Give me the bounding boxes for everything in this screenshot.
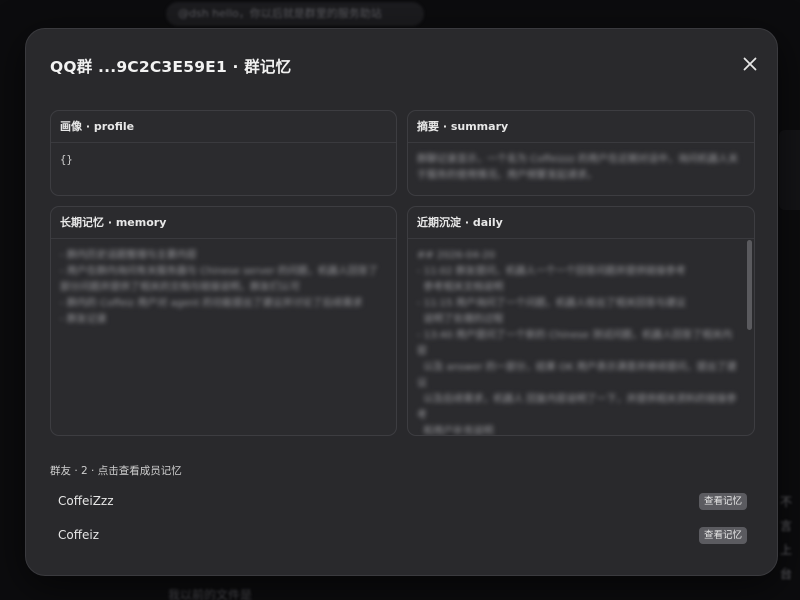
daily-panel: 近期沉淀 · daily ## 2026-04-20 - 11:02 群友提问，… <box>407 206 755 436</box>
close-button[interactable] <box>741 55 759 73</box>
group-memory-modal: QQ群 ...9C2C3E59E1 · 群记忆 画像 · profile {} … <box>25 28 778 576</box>
background-side-panel <box>779 130 800 210</box>
background-side-text: 不言 上台 <box>780 495 793 581</box>
profile-panel: 画像 · profile {} <box>50 110 397 196</box>
member-name: CoffeiZzz <box>58 494 114 508</box>
memory-panel: 长期记忆 · memory - 群内历史话题整理与主要内容 - 用户在群内询问有… <box>50 206 397 436</box>
daily-panel-scrollbar[interactable] <box>747 240 752 330</box>
profile-panel-body[interactable]: {} <box>51 143 396 177</box>
background-chat-message: @dsh hello，你以后就是群里的服务助站 <box>166 2 424 26</box>
memory-panel-body[interactable]: - 群内历史话题整理与主要内容 - 用户在群内询问有关服务器与 Chinese … <box>51 239 396 337</box>
close-icon <box>743 57 757 71</box>
summary-panel: 摘要 · summary 群聊记录显示，一个名为 Coffeizzz 的用户在近… <box>407 110 755 196</box>
member-row[interactable]: Coffeiz 查看记忆 <box>50 522 755 550</box>
memory-panel-header: 长期记忆 · memory <box>51 207 396 239</box>
members-label: 群友 · 2 · 点击查看成员记忆 <box>50 465 182 477</box>
member-name: Coffeiz <box>58 528 100 542</box>
background-bottom-text: 我以前的文件是 <box>168 588 253 600</box>
view-memory-button[interactable]: 查看记忆 <box>698 493 747 510</box>
summary-panel-body[interactable]: 群聊记录显示，一个名为 Coffeizzz 的用户在近期对话中，询问机器人关于服… <box>408 143 754 193</box>
view-memory-button[interactable]: 查看记忆 <box>698 527 747 544</box>
profile-panel-header: 画像 · profile <box>51 111 396 143</box>
member-row[interactable]: CoffeiZzz 查看记忆 <box>50 488 755 516</box>
summary-panel-header: 摘要 · summary <box>408 111 754 143</box>
daily-panel-header: 近期沉淀 · daily <box>408 207 754 239</box>
modal-title: QQ群 ...9C2C3E59E1 · 群记忆 <box>50 58 292 76</box>
daily-panel-body[interactable]: ## 2026-04-20 - 11:02 群友提问，机器人一个一个回答问题并提… <box>408 239 754 435</box>
